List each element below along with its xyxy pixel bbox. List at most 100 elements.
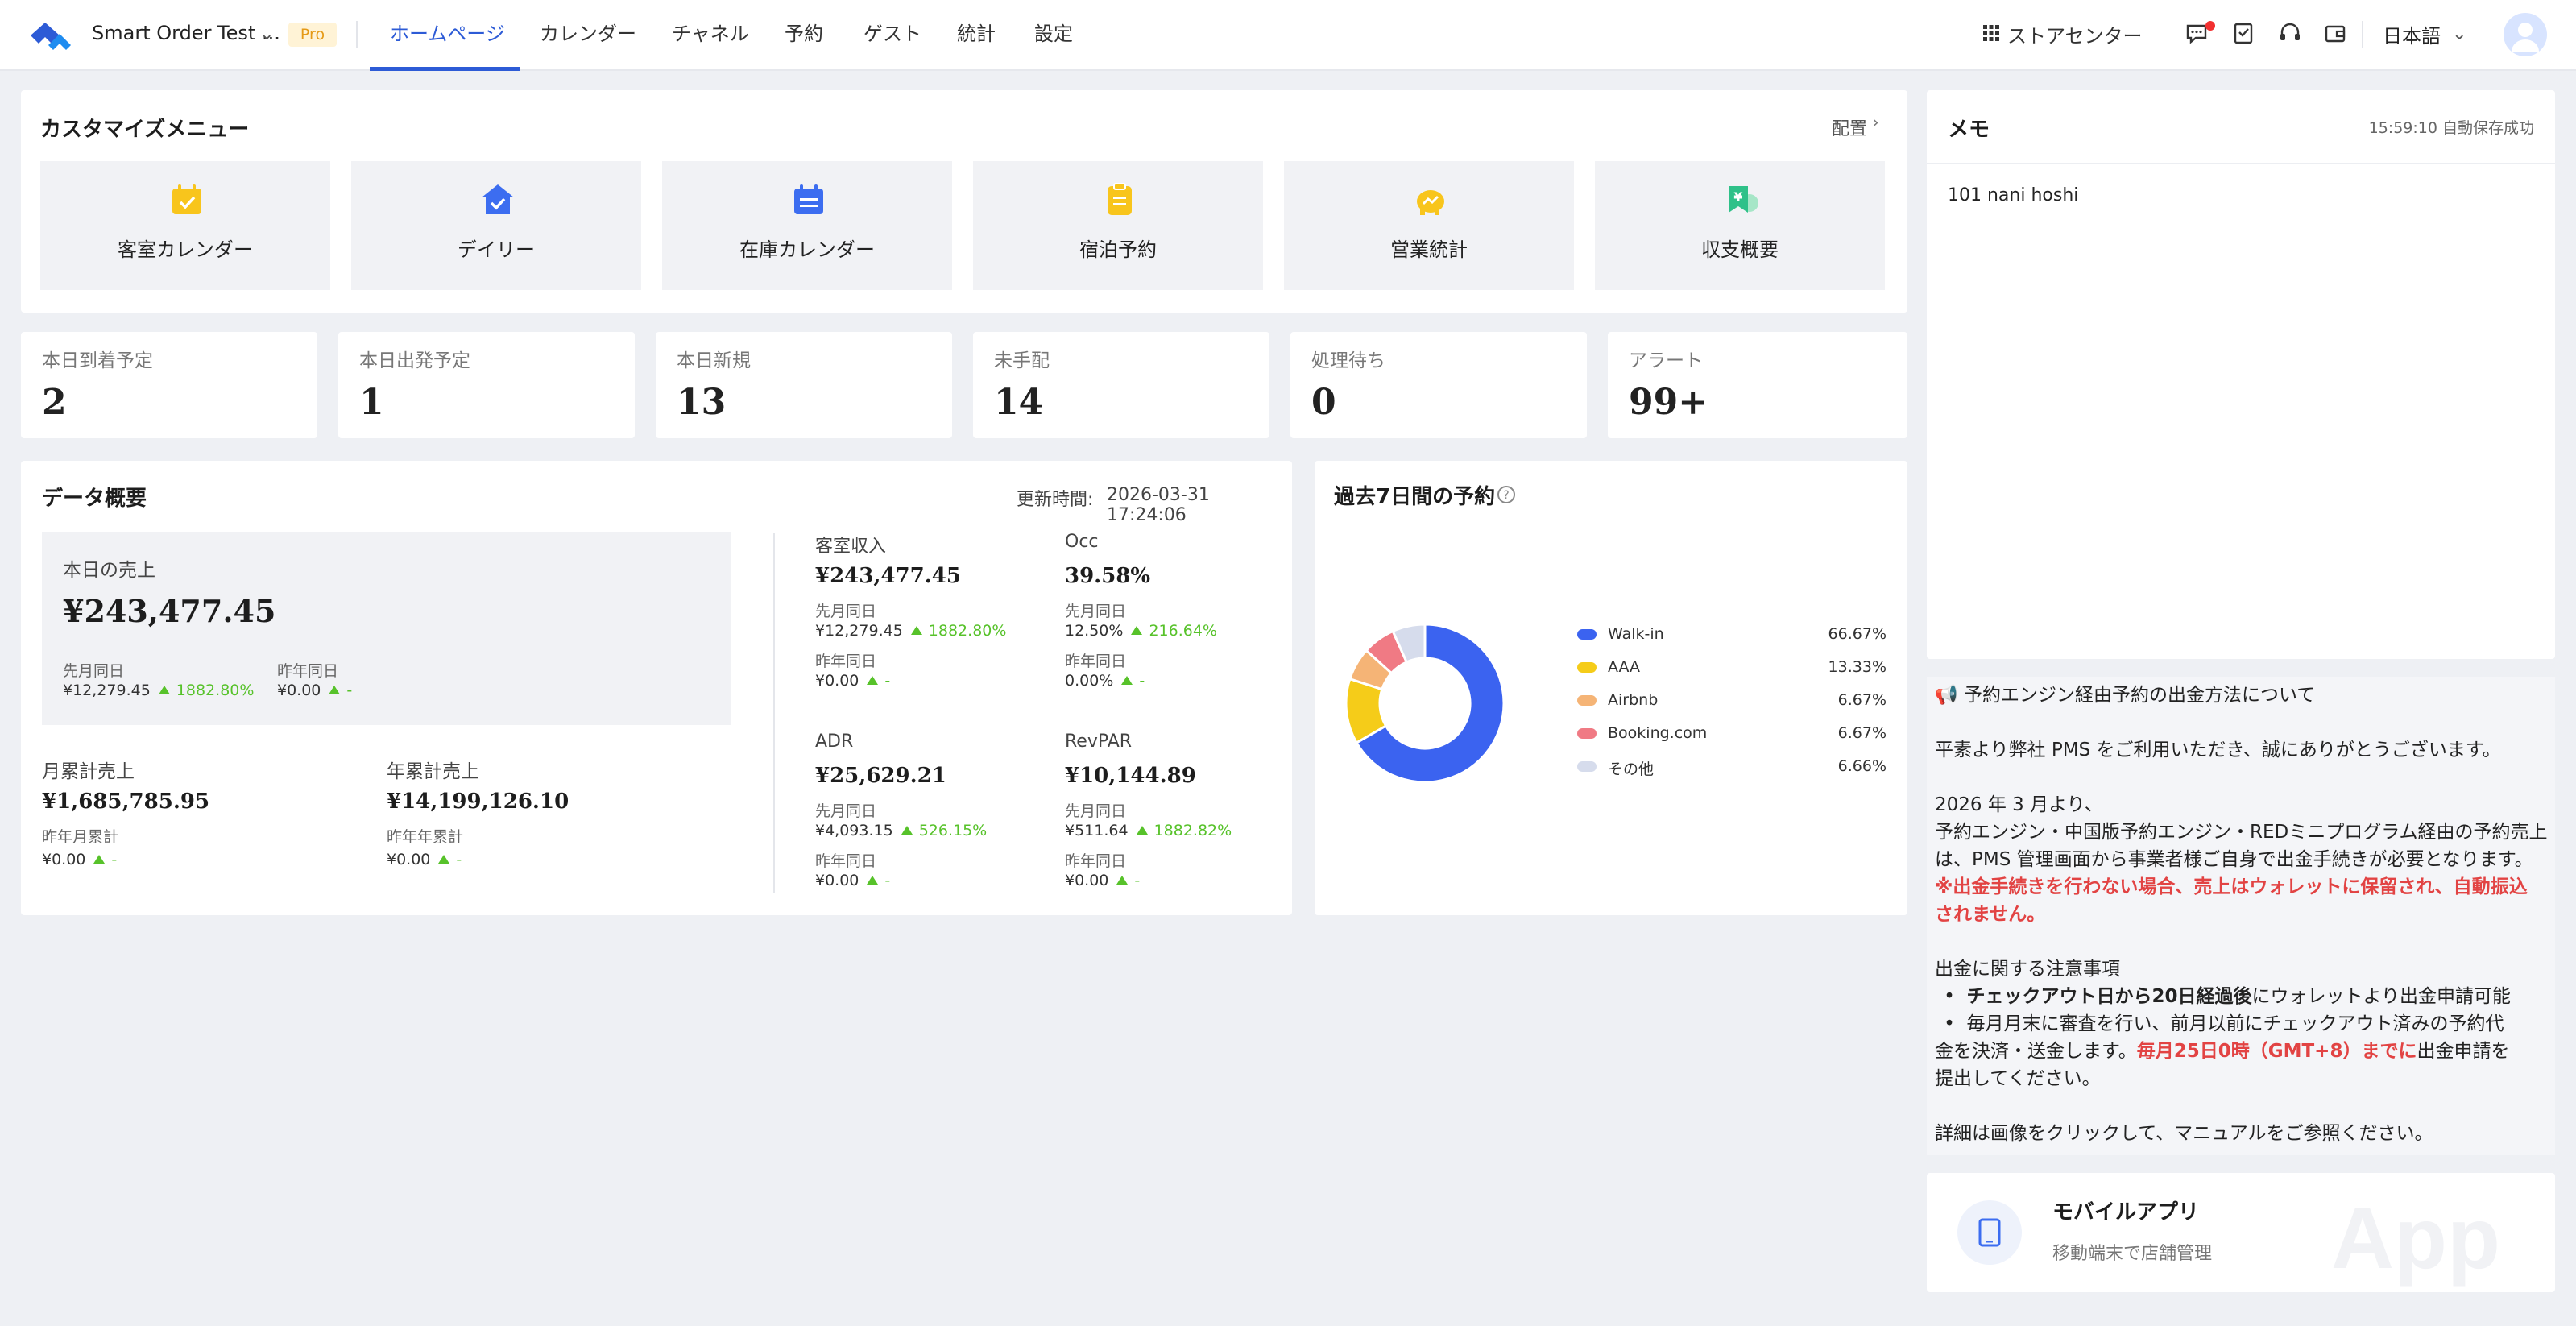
metric-label: ADR: [815, 731, 854, 752]
legend-label[interactable]: AAA: [1608, 658, 1640, 676]
legend-label[interactable]: Airbnb: [1608, 691, 1658, 709]
up-arrow-icon: [1121, 676, 1133, 685]
tile-label: デイリー: [458, 238, 535, 261]
legend-value: 13.33%: [1828, 658, 1886, 676]
nav-channel[interactable]: チャネル: [672, 0, 749, 71]
legend-value: 6.67%: [1837, 724, 1886, 742]
metric-label: RevPAR: [1065, 731, 1133, 752]
notice-notes-title: 出金に関する注意事項: [1935, 959, 2120, 980]
monthly-sales-label: 月累計売上: [42, 761, 135, 782]
metric-value: ¥10,144.89: [1065, 764, 1196, 788]
configure-link[interactable]: 配置: [1832, 114, 1867, 140]
metric-label: 客室収入: [815, 537, 887, 557]
stat-label: 本日新規: [677, 350, 751, 371]
legend-swatch[interactable]: [1577, 629, 1597, 640]
metric-value: ¥243,477.45: [815, 564, 961, 588]
house-check-icon: [482, 184, 514, 214]
donut-chart: [1344, 623, 1505, 784]
nav-home[interactable]: ホームページ: [390, 0, 505, 71]
memo-textarea[interactable]: 101 nani hoshi: [1948, 185, 2078, 205]
monthly-sales-value: ¥1,685,785.95: [42, 789, 210, 814]
stat-card-unassigned[interactable]: 未手配 14: [973, 332, 1269, 438]
svg-text:?: ?: [1503, 489, 1509, 502]
top-bar: Smart Order Test ... ⌄ Pro ホームページ カレンダー …: [0, 0, 2576, 71]
metric-cmp-value: 12.50% 216.64%: [1065, 622, 1217, 640]
notice-panel[interactable]: 📢 予約エンジン経由予約の出金方法について 平素より弊社 PMS をご利用いただ…: [1927, 677, 2555, 1155]
tile-label: 宿泊予約: [1079, 238, 1157, 261]
yearly-sales-value: ¥14,199,126.10: [387, 789, 569, 814]
nav-settings[interactable]: 設定: [1034, 0, 1073, 71]
up-arrow-icon: [438, 855, 450, 864]
yearly-sales-label: 年累計売上: [387, 761, 479, 782]
shortcut-tile-sales-statistics[interactable]: 営業統計: [1284, 161, 1574, 290]
stat-card-arrivals[interactable]: 本日到着予定 2: [21, 332, 317, 438]
brand-logo-icon[interactable]: [27, 18, 74, 55]
app-watermark: App: [2331, 1189, 2500, 1287]
legend-swatch[interactable]: [1577, 695, 1597, 706]
custom-menu-card: カスタマイズメニュー 配置 › 客室カレンダー デイリー 在庫カレンダー 宿泊予…: [21, 90, 1907, 313]
legend-swatch[interactable]: [1577, 761, 1597, 772]
plan-badge: Pro: [288, 23, 337, 47]
chevron-down-icon[interactable]: ⌄: [2452, 24, 2466, 44]
tile-label: 在庫カレンダー: [739, 238, 875, 261]
updated-label: 更新時間:: [1017, 490, 1094, 510]
up-arrow-icon: [1136, 826, 1148, 835]
nav-reservation[interactable]: 予約: [785, 0, 823, 71]
hotel-name[interactable]: Smart Order Test ...: [92, 22, 280, 44]
up-arrow-icon: [93, 855, 106, 864]
notice-paragraph: 平素より弊社 PMS をご利用いただき、誠にありがとうございます。: [1935, 740, 2501, 760]
metric-cmp-value: ¥0.00-: [1065, 872, 1141, 889]
prev-year-value: ¥0.00-: [277, 682, 353, 699]
shortcut-tile-daily[interactable]: デイリー: [351, 161, 641, 290]
metric-cmp-label: 先月同日: [815, 603, 877, 620]
stat-card-pending[interactable]: 処理待ち 0: [1290, 332, 1587, 438]
nav-statistics[interactable]: 統計: [957, 0, 996, 71]
prev-year-label: 昨年同日: [277, 662, 339, 680]
yearly-cmp-label: 昨年年累計: [387, 828, 464, 846]
chart-title: 過去7日間の予約: [1334, 485, 1496, 509]
nav-guest[interactable]: ゲスト: [863, 0, 921, 71]
stat-card-alerts[interactable]: アラート 99+: [1608, 332, 1907, 438]
metric-value: 39.58%: [1065, 564, 1151, 588]
stat-value: 0: [1311, 382, 1336, 423]
up-arrow-icon: [867, 876, 879, 885]
chevron-right-icon[interactable]: ›: [1872, 113, 1879, 133]
metric-cmp-label: 先月同日: [1065, 802, 1127, 820]
notification-dot: [2205, 21, 2215, 31]
legend-value: 66.67%: [1828, 625, 1886, 643]
legend-label[interactable]: Walk-in: [1608, 625, 1664, 643]
metric-cmp-label: 昨年同日: [815, 653, 877, 670]
yearly-cmp-value: ¥0.00-: [387, 851, 462, 868]
metric-label: Occ: [1065, 532, 1099, 552]
stat-value: 99+: [1629, 382, 1708, 423]
legend-label[interactable]: Booking.com: [1608, 724, 1707, 742]
shortcut-tile-income-overview[interactable]: ¥ 収支概要: [1595, 161, 1885, 290]
shortcut-tile-room-calendar[interactable]: 客室カレンダー: [40, 161, 330, 290]
language-selector[interactable]: 日本語: [2383, 20, 2441, 48]
stat-card-departures[interactable]: 本日出発予定 1: [338, 332, 635, 438]
grid-icon[interactable]: [1982, 24, 2000, 42]
user-icon: [2512, 23, 2539, 52]
help-icon[interactable]: ?: [1497, 485, 1516, 504]
legend-swatch[interactable]: [1577, 662, 1597, 673]
stat-value: 2: [42, 382, 67, 423]
avatar[interactable]: [2504, 13, 2547, 56]
store-center-link[interactable]: ストアセンター: [2007, 20, 2143, 48]
metric-cmp-label: 先月同日: [1065, 603, 1127, 620]
document-icon[interactable]: [2231, 21, 2255, 45]
shortcut-tile-inventory-calendar[interactable]: 在庫カレンダー: [662, 161, 952, 290]
legend-label[interactable]: その他: [1608, 757, 1654, 779]
autosave-status: 15:59:10 自動保存成功: [2368, 119, 2534, 137]
updated-time: 2026-03-31 17:24:06: [1107, 485, 1210, 525]
shortcut-tile-booking[interactable]: 宿泊予約: [973, 161, 1263, 290]
mobile-app-card[interactable]: モバイルアプリ 移動端末で店舗管理 App: [1927, 1173, 2555, 1292]
wallet-icon[interactable]: [2323, 21, 2347, 45]
notice-paragraph: 2026 年 3 月より、: [1935, 794, 2103, 815]
stat-card-new[interactable]: 本日新規 13: [656, 332, 952, 438]
chevron-down-icon[interactable]: ⌄: [259, 24, 274, 44]
clipboard-icon: [1108, 183, 1132, 215]
headset-icon[interactable]: [2278, 21, 2302, 45]
nav-calendar[interactable]: カレンダー: [540, 0, 636, 71]
legend-swatch[interactable]: [1577, 728, 1597, 739]
custom-menu-title: カスタマイズメニュー: [40, 118, 250, 142]
